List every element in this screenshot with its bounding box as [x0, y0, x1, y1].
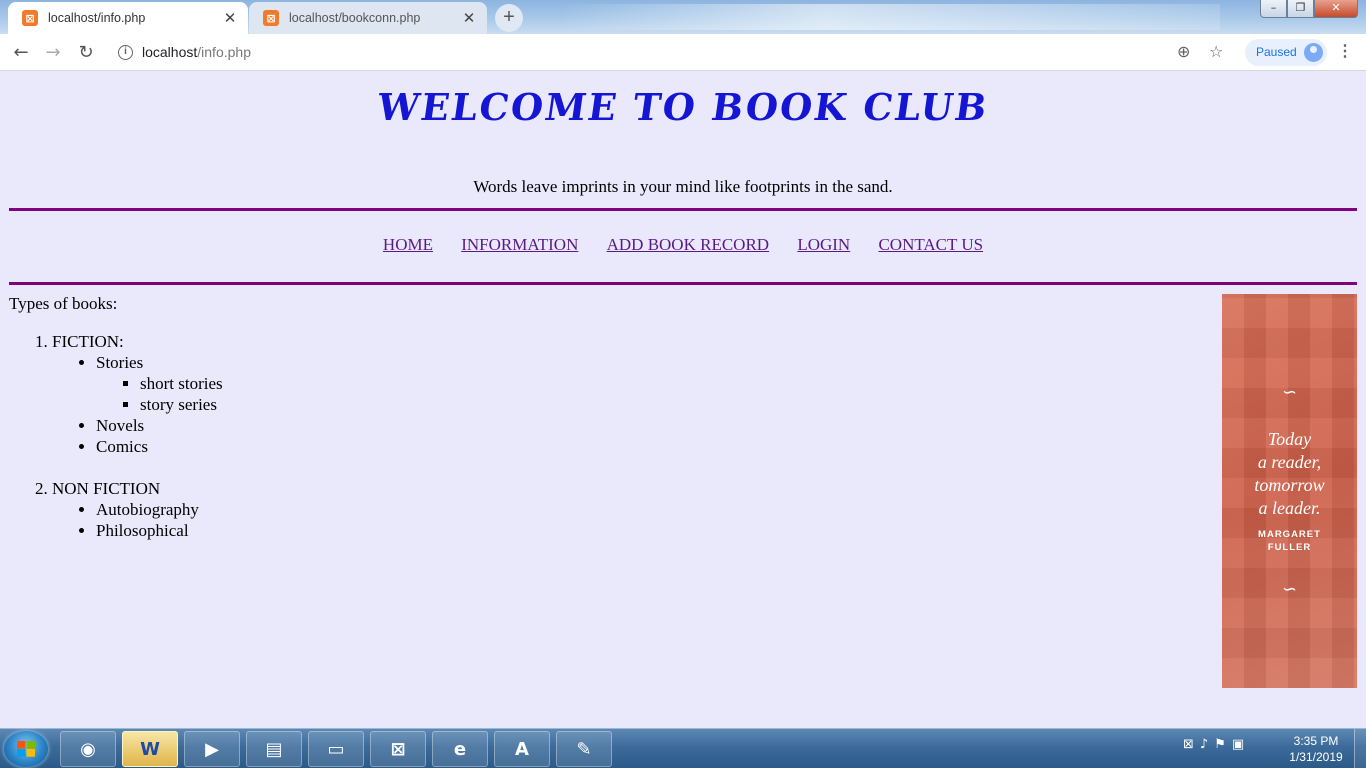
site-title: WELCOME TO BOOK CLUB — [374, 85, 992, 129]
list-item: NON FICTION Autobiography Philosophical — [52, 478, 223, 541]
word-icon[interactable]: W — [122, 731, 178, 767]
tab-title: localhost/bookconn.php — [289, 11, 421, 25]
nav-home[interactable]: HOME — [383, 235, 433, 254]
profile-status: Paused — [1256, 45, 1297, 59]
subcategory-list: Stories short stories story series Novel… — [52, 352, 223, 457]
close-icon[interactable]: ✕ — [222, 10, 238, 26]
paint-icon[interactable]: ✎ — [556, 731, 612, 767]
media-player-icon[interactable]: ▶ — [184, 731, 240, 767]
windows-taskbar: ◉ W ▶ ▤ ▭ ⊠ e A ✎ ⊠ ♪ ⚑ ▣ 3:35 PM 1/31/2… — [0, 728, 1366, 768]
banner-author: MARGARET FULLER — [1222, 528, 1357, 554]
back-button[interactable]: ← — [8, 40, 34, 66]
xampp-icon[interactable]: ⊠ — [370, 731, 426, 767]
reload-button[interactable]: ↻ — [73, 40, 99, 66]
zoom-icon[interactable]: ⊕ — [1177, 42, 1190, 61]
list-item: FICTION: Stories short stories story ser… — [52, 331, 223, 457]
avatar — [1304, 43, 1323, 62]
tagline: Words leave imprints in your mind like f… — [473, 177, 893, 196]
profile-button[interactable]: Paused — [1245, 39, 1327, 66]
xampp-icon: ⊠ — [263, 10, 279, 26]
address-bar[interactable]: i localhost/info.php — [112, 38, 1232, 67]
close-icon[interactable]: ✕ — [461, 10, 477, 26]
banner-quote: Today a reader, tomorrow a leader. — [1222, 428, 1357, 520]
star-icon[interactable]: ☆ — [1209, 42, 1223, 61]
system-clock[interactable]: 3:35 PM 1/31/2019 — [1280, 733, 1352, 765]
list-item: Novels — [96, 415, 223, 436]
divider-bottom — [9, 282, 1357, 285]
quote-line: a reader, — [1257, 452, 1322, 472]
start-button[interactable] — [4, 731, 48, 767]
category-label: NON FICTION — [52, 479, 161, 498]
list-item: story series — [140, 394, 223, 415]
list-item: Autobiography — [96, 499, 223, 520]
system-tray: ⊠ ♪ ⚑ ▣ — [1183, 737, 1244, 752]
quote-line: tomorrow — [1254, 475, 1325, 495]
nav-add-book-record[interactable]: ADD BOOK RECORD — [607, 235, 769, 254]
content-heading: Types of books: — [9, 294, 118, 313]
category-list: FICTION: Stories short stories story ser… — [9, 331, 223, 541]
author-line: FULLER — [1267, 542, 1312, 553]
menu-icon[interactable]: ⋮ — [1337, 41, 1353, 61]
internet-explorer-icon[interactable]: e — [432, 731, 488, 767]
chrome-icon[interactable]: ◉ — [60, 731, 116, 767]
quote-banner-image: ∽ Today a reader, tomorrow a leader. MAR… — [1222, 294, 1357, 688]
show-desktop-button[interactable] — [1354, 729, 1366, 768]
action-center-icon[interactable]: ⚑ — [1214, 737, 1226, 752]
file-explorer-icon[interactable]: ▭ — [308, 731, 364, 767]
list-item: Comics — [96, 436, 223, 457]
list-item: short stories — [140, 373, 223, 394]
subcategory-label: Stories — [96, 353, 144, 372]
xampp-icon: ⊠ — [22, 10, 38, 26]
quote-line: a leader. — [1258, 498, 1321, 518]
volume-icon[interactable]: ♪ — [1200, 737, 1208, 752]
xampp-tray-icon[interactable]: ⊠ — [1183, 737, 1194, 752]
main-nav: HOME INFORMATION ADD BOOK RECORD LOGIN C… — [0, 235, 1366, 255]
ornament-icon: ∽ — [1281, 382, 1298, 403]
book-types: Types of books: FICTION: Stories short s… — [9, 293, 223, 541]
info-icon[interactable]: i — [118, 45, 133, 60]
ornament-icon: ∽ — [1281, 579, 1298, 600]
browser-toolbar: ← → ↻ i localhost/info.php ⊕ ☆ Paused ⋮ — [0, 34, 1366, 71]
window-controls: – ❐ ✕ — [1260, 0, 1358, 18]
url-host: localhost — [142, 44, 198, 60]
tab-bookconn[interactable]: ⊠ localhost/bookconn.php ✕ — [249, 2, 487, 34]
clock-time: 3:35 PM — [1293, 734, 1339, 748]
new-tab-button[interactable]: + — [495, 4, 523, 32]
tab-info[interactable]: ⊠ localhost/info.php ✕ — [8, 2, 248, 34]
list-item: Philosophical — [96, 520, 223, 541]
subsubcategory-list: short stories story series — [96, 373, 223, 415]
nav-information[interactable]: INFORMATION — [461, 235, 578, 254]
clock-date: 1/31/2019 — [1289, 750, 1343, 764]
minimize-button[interactable]: – — [1260, 0, 1287, 18]
forward-button[interactable]: → — [40, 40, 66, 66]
divider-top — [9, 208, 1357, 211]
wordpad-icon[interactable]: A — [494, 731, 550, 767]
url-path: /info.php — [197, 44, 251, 60]
quote-line: Today — [1267, 429, 1312, 449]
tab-title: localhost/info.php — [48, 11, 146, 25]
author-line: MARGARET — [1258, 529, 1321, 540]
nav-contact-us[interactable]: CONTACT US — [878, 235, 983, 254]
category-label: FICTION: — [52, 332, 124, 351]
url-text[interactable]: localhost/info.php — [142, 44, 251, 60]
page-viewport: WELCOME TO BOOK CLUB Words leave imprint… — [0, 71, 1366, 728]
list-item: Stories short stories story series — [96, 352, 223, 415]
subcategory-list: Autobiography Philosophical — [52, 499, 223, 541]
network-icon[interactable]: ▣ — [1232, 737, 1244, 752]
window-close-button[interactable]: ✕ — [1314, 0, 1358, 18]
notepad-icon[interactable]: ▤ — [246, 731, 302, 767]
maximize-button[interactable]: ❐ — [1287, 0, 1314, 18]
nav-login[interactable]: LOGIN — [797, 235, 850, 254]
